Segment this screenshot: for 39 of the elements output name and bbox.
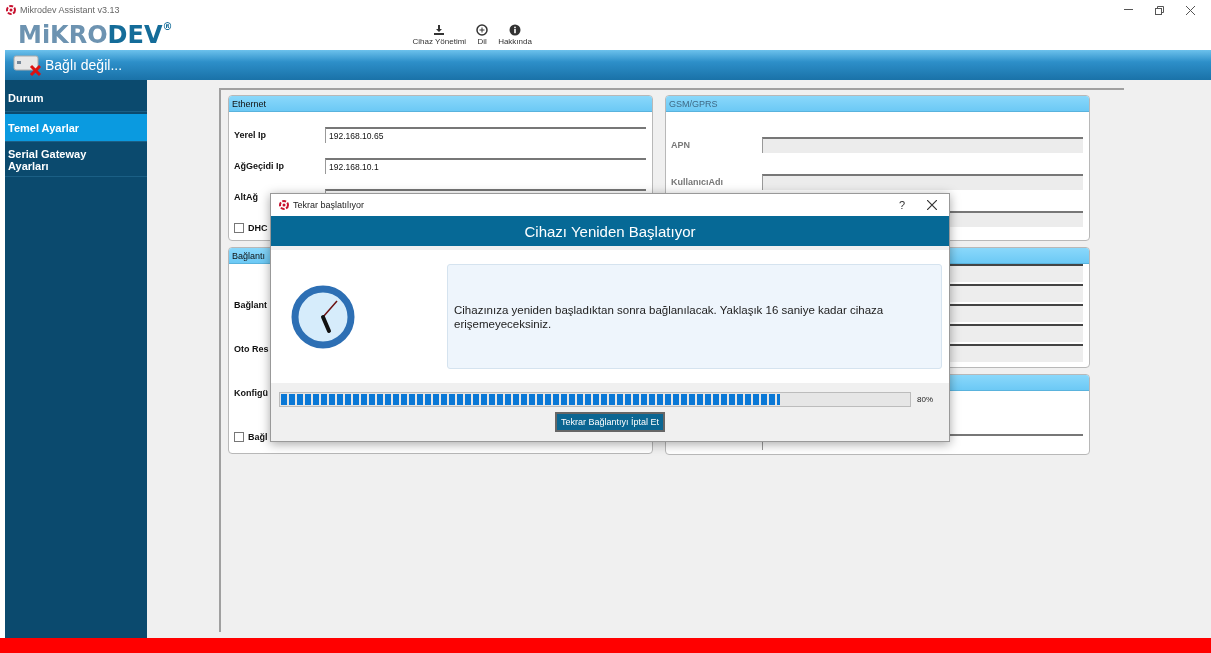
input-field[interactable]	[762, 174, 1083, 190]
panel-header: GSM/GPRS	[666, 96, 1089, 112]
cancel-button[interactable]: Tekrar Bağlantıyı İptal Et	[554, 412, 665, 432]
input-field[interactable]	[762, 137, 1083, 153]
toolbar-button[interactable]: Cihaz Yönetimi	[412, 37, 467, 46]
field-label: Bağlant	[234, 300, 268, 310]
close-icon[interactable]	[927, 200, 937, 210]
info-icon	[509, 24, 522, 36]
dialog-message: Cihazınıza yeniden başladıktan sonra bağlanılacak. Yaklaşık 16 saniye kadar cihaza erişemeyeceksiniz.	[447, 264, 942, 369]
checkbox-label: Bağl	[248, 432, 268, 442]
progress-reading: 80%	[917, 395, 934, 404]
connection-status: Bağlı değil...	[45, 57, 123, 73]
checkbox[interactable]	[234, 223, 244, 233]
logo: MiKRODEV®	[18, 22, 173, 48]
field-label: KullanıcıAdı	[671, 177, 724, 187]
field-label: AltAğ	[234, 192, 259, 202]
field-label: Konfigü	[234, 388, 269, 398]
window-title: Mikrodev Assistant v3.13	[20, 5, 120, 15]
dialog-heading: Cihazı Yeniden Başlatıyor	[271, 216, 949, 246]
field-label: Yerel Ip	[234, 130, 268, 140]
toolbar-button[interactable]: Dil	[477, 37, 487, 46]
toolbar-button[interactable]: Hakkında	[498, 37, 532, 46]
checkbox-label: DHC	[248, 223, 268, 233]
minimize-icon[interactable]	[1124, 9, 1133, 11]
input-field[interactable]: 192.168.10.1	[325, 158, 646, 174]
download-icon	[433, 24, 446, 36]
field-label: APN	[671, 140, 691, 150]
input-field[interactable]: 192.168.10.65	[325, 127, 646, 143]
close-icon[interactable]	[1186, 5, 1195, 15]
app-icon	[6, 5, 16, 15]
panel-header: Ethernet	[229, 96, 652, 112]
app-icon	[279, 200, 289, 210]
checkbox[interactable]	[234, 432, 244, 442]
dialog-title: Tekrar başlatılıyor	[293, 200, 365, 210]
field-label: Oto Res	[234, 344, 270, 354]
restore-icon[interactable]	[1155, 5, 1164, 15]
help-button[interactable]: ?	[898, 199, 905, 211]
field-label: AğGeçidi Ip	[234, 161, 285, 171]
clock-icon	[291, 284, 355, 349]
